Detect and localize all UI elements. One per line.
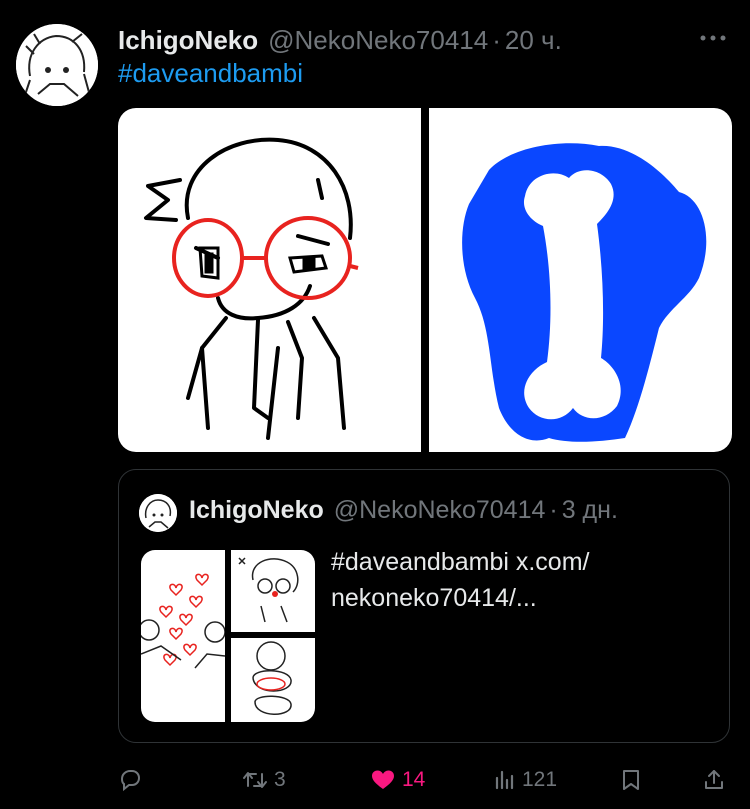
share-button[interactable] bbox=[702, 762, 726, 798]
quote-media[interactable] bbox=[141, 550, 315, 722]
quote-image-character-1 bbox=[231, 550, 315, 632]
quoted-tweet[interactable]: IchigoNeko @NekoNeko70414 · 3 дн. #davea… bbox=[118, 469, 730, 743]
media-image-bone[interactable] bbox=[429, 108, 732, 452]
quote-author-handle[interactable]: @NekoNeko70414 bbox=[334, 496, 546, 525]
quote-image-character-2 bbox=[231, 638, 315, 722]
like-button[interactable]: 14 bbox=[370, 762, 425, 798]
quote-text-line2[interactable]: nekoneko70414/... bbox=[331, 580, 691, 616]
quote-time[interactable]: 3 дн. bbox=[562, 496, 618, 525]
quote-text-line1[interactable]: #daveandbambi x.com/ bbox=[331, 544, 691, 580]
quote-separator: · bbox=[549, 496, 558, 524]
reply-icon bbox=[118, 768, 142, 792]
retweet-icon bbox=[242, 768, 268, 792]
author-handle[interactable]: @NekoNeko70414 bbox=[268, 25, 488, 56]
views-icon bbox=[494, 768, 516, 792]
media-image-character[interactable] bbox=[118, 108, 421, 452]
retweet-button[interactable]: 3 bbox=[242, 762, 286, 798]
share-icon bbox=[702, 768, 726, 792]
tweet-hashtag[interactable]: #daveandbambi bbox=[118, 58, 303, 89]
quote-image-hearts bbox=[141, 550, 226, 722]
tweet-time[interactable]: 20 ч. bbox=[505, 25, 562, 56]
like-icon bbox=[370, 768, 396, 792]
bookmark-icon bbox=[620, 768, 642, 792]
tweet-actions: 3 14 121 bbox=[118, 762, 732, 798]
like-count: 14 bbox=[402, 768, 426, 791]
separator: · bbox=[492, 24, 501, 55]
reply-button[interactable] bbox=[118, 762, 142, 798]
views-button[interactable]: 121 bbox=[494, 762, 557, 798]
views-count: 121 bbox=[522, 768, 558, 791]
quote-author-name[interactable]: IchigoNeko bbox=[189, 496, 324, 525]
quote-text: #daveandbambi x.com/ nekoneko70414/... bbox=[331, 544, 691, 616]
tweet-media bbox=[118, 108, 732, 452]
bookmark-button[interactable] bbox=[620, 762, 642, 798]
tweet-header: IchigoNeko @NekoNeko70414 · 20 ч. bbox=[118, 22, 734, 58]
author-name[interactable]: IchigoNeko bbox=[118, 25, 258, 56]
more-icon[interactable] bbox=[698, 26, 728, 50]
author-avatar[interactable] bbox=[16, 24, 98, 106]
retweet-count: 3 bbox=[274, 768, 286, 791]
quote-author-avatar[interactable] bbox=[139, 494, 177, 532]
quote-header: IchigoNeko @NekoNeko70414 · 3 дн. bbox=[189, 496, 618, 525]
